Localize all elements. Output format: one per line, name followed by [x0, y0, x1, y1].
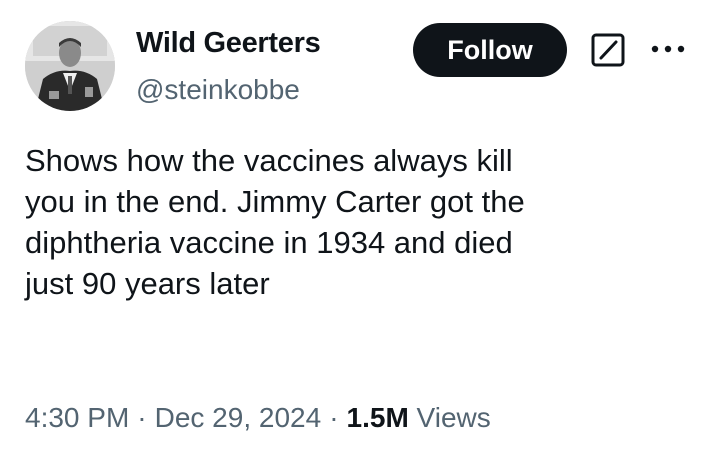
views-count: 1.5M	[346, 402, 409, 433]
avatar[interactable]	[25, 21, 115, 111]
author-display-name[interactable]: Wild Geerters	[136, 27, 321, 60]
avatar-photo	[25, 21, 115, 111]
author-handle[interactable]: @steinkobbe	[136, 74, 300, 106]
separator: ·	[137, 402, 147, 433]
tweet-text: Shows how the vaccines always kill you i…	[25, 143, 525, 301]
tweet-card: Wild Geerters @steinkobbe Follow Shows h…	[0, 0, 716, 472]
tweet-time: 4:30 PM	[25, 402, 130, 433]
views-label: Views	[416, 402, 491, 433]
grok-icon[interactable]	[591, 33, 625, 67]
separator: ·	[329, 402, 339, 433]
tweet-meta: 4:30 PM · Dec 29, 2024 · 1.5M Views	[25, 402, 491, 434]
more-options-icon[interactable]	[648, 38, 688, 60]
follow-button[interactable]: Follow	[413, 23, 567, 77]
views-link[interactable]: 1.5M Views	[347, 402, 491, 433]
tweet-date: Dec 29, 2024	[154, 402, 322, 433]
timestamp-link[interactable]: 4:30 PM · Dec 29, 2024	[25, 402, 321, 433]
